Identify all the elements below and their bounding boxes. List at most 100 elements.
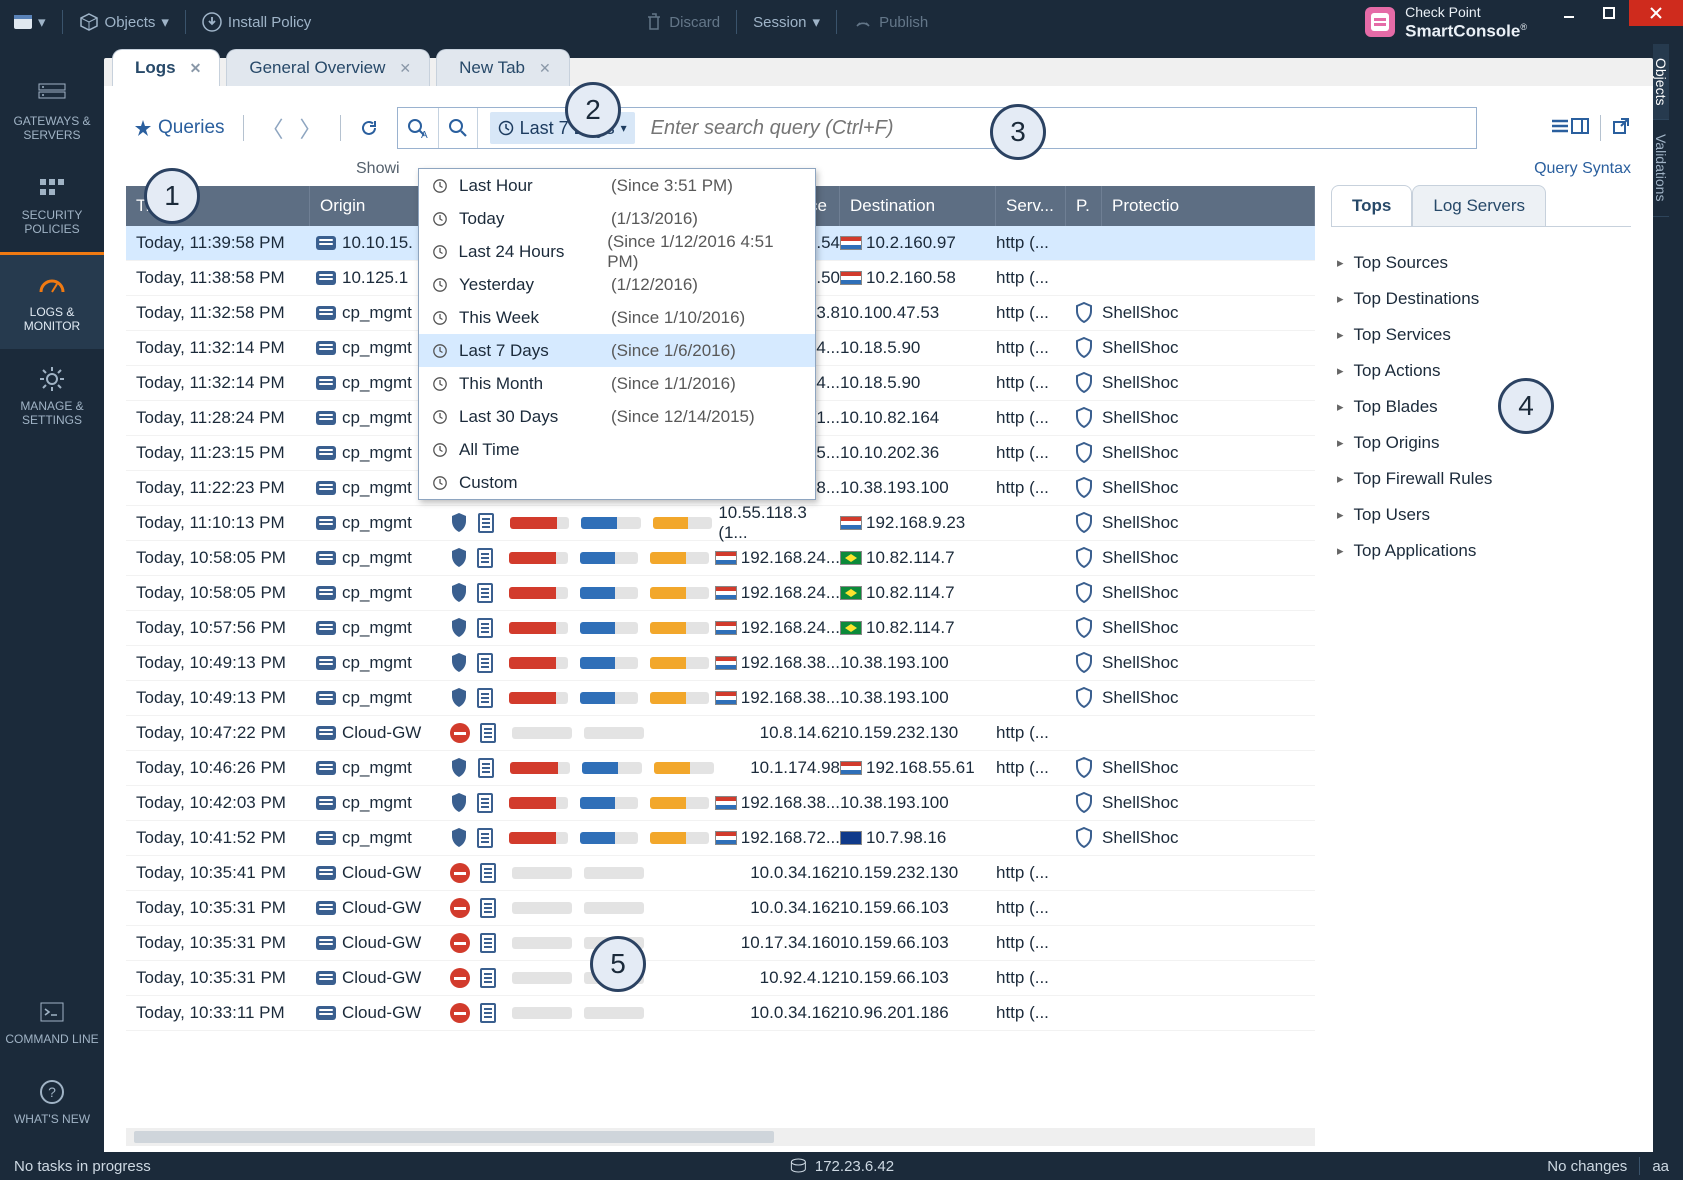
- prev-button[interactable]: 〈: [256, 108, 290, 148]
- table-row[interactable]: Today, 10:35:31 PMCloud-GW 10.92.4.1210.…: [126, 961, 1315, 996]
- status-user: aa: [1652, 1158, 1669, 1175]
- side-tab-logservers[interactable]: Log Servers: [1412, 185, 1546, 226]
- side-item[interactable]: Top Destinations: [1331, 281, 1631, 317]
- col-destination[interactable]: Destination: [840, 186, 996, 226]
- cell-time: Today, 11:38:58 PM: [126, 268, 310, 288]
- tab-logs[interactable]: Logs✕: [112, 49, 220, 86]
- view-list-button[interactable]: [1550, 117, 1570, 140]
- gateway-icon: [316, 236, 336, 250]
- time-option[interactable]: Yesterday(1/12/2016): [419, 268, 815, 301]
- col-p[interactable]: P.: [1066, 186, 1102, 226]
- publish-label: Publish: [879, 14, 928, 31]
- nav-manage-label: MANAGE & SETTINGS: [20, 399, 83, 427]
- table-row[interactable]: Today, 10:35:31 PMCloud-GW 10.17.34.1601…: [126, 926, 1315, 961]
- time-option[interactable]: Last Hour(Since 3:51 PM): [419, 169, 815, 202]
- cell-origin: cp_mgmt: [310, 828, 450, 848]
- table-row[interactable]: Today, 10:42:03 PMcp_mgmt192.168.38...10…: [126, 786, 1315, 821]
- side-item[interactable]: Top Firewall Rules: [1331, 461, 1631, 497]
- window-close[interactable]: [1629, 0, 1683, 26]
- tab-general-overview[interactable]: General Overview✕: [226, 49, 430, 86]
- nav-logs[interactable]: LOGS & MONITOR: [0, 255, 104, 349]
- table-row[interactable]: Today, 10:33:11 PMCloud-GW 10.0.34.16210…: [126, 996, 1315, 1031]
- cell-middle: 10.0.34.162: [450, 898, 840, 918]
- nav-whatsnew[interactable]: ? WHAT'S NEW: [0, 1062, 104, 1142]
- query-syntax-link[interactable]: Query Syntax: [1534, 160, 1631, 178]
- time-option-detail: (Since 1/10/2016): [611, 308, 745, 328]
- tab-new-tab[interactable]: New Tab✕: [436, 49, 570, 86]
- cell-destination: 10.10.202.36: [840, 443, 996, 463]
- time-option[interactable]: Last 7 Days(Since 1/6/2016): [419, 334, 815, 367]
- app-menu[interactable]: ▾: [0, 0, 58, 44]
- time-option[interactable]: This Month(Since 1/1/2016): [419, 367, 815, 400]
- gateway-icon: [316, 866, 336, 880]
- table-row[interactable]: Today, 10:58:05 PMcp_mgmt192.168.24...10…: [126, 576, 1315, 611]
- side-item[interactable]: Top Sources: [1331, 245, 1631, 281]
- install-policy-button[interactable]: Install Policy: [190, 0, 323, 44]
- time-option[interactable]: All Time: [419, 433, 815, 466]
- cell-origin: cp_mgmt: [310, 653, 450, 673]
- side-item[interactable]: Top Actions: [1331, 353, 1631, 389]
- nav-manage[interactable]: MANAGE & SETTINGS: [0, 349, 104, 443]
- table-row[interactable]: Today, 10:47:22 PMCloud-GW 10.8.14.6210.…: [126, 716, 1315, 751]
- table-row[interactable]: Today, 10:46:26 PMcp_mgmt10.1.174.98192.…: [126, 751, 1315, 786]
- clock-icon: [429, 211, 451, 227]
- col-protection[interactable]: Protectio: [1102, 186, 1315, 226]
- main-panel: Logs✕ General Overview✕ New Tab✕ Queries…: [104, 58, 1653, 1152]
- col-service[interactable]: Serv...: [996, 186, 1066, 226]
- time-option[interactable]: This Week(Since 1/10/2016): [419, 301, 815, 334]
- search-button[interactable]: [439, 108, 478, 148]
- time-option[interactable]: Last 30 Days(Since 12/14/2015): [419, 400, 815, 433]
- close-icon[interactable]: ✕: [539, 60, 551, 77]
- cell-policy: [1066, 827, 1102, 849]
- side-item[interactable]: Top Applications: [1331, 533, 1631, 569]
- cell-protection: ShellShoc: [1102, 688, 1309, 708]
- horizontal-scrollbar[interactable]: [126, 1128, 1315, 1146]
- queries-button[interactable]: Queries: [128, 113, 231, 143]
- publish-button[interactable]: Publish: [841, 0, 940, 44]
- cell-policy: [1066, 687, 1102, 709]
- window-maximize[interactable]: [1589, 0, 1629, 26]
- nav-policies[interactable]: SECURITY POLICIES: [0, 158, 104, 252]
- cell-source: 10.92.4.12: [760, 968, 840, 988]
- view-panel-button[interactable]: [1570, 117, 1590, 140]
- time-option-label: Today: [451, 209, 611, 229]
- table-row[interactable]: Today, 10:58:05 PMcp_mgmt192.168.24...10…: [126, 541, 1315, 576]
- side-item[interactable]: Top Origins: [1331, 425, 1631, 461]
- table-row[interactable]: Today, 10:41:52 PMcp_mgmt192.168.72...10…: [126, 821, 1315, 856]
- objects-menu[interactable]: Objects ▾: [67, 0, 181, 44]
- flag-icon: [840, 831, 862, 845]
- table-row[interactable]: Today, 10:35:41 PMCloud-GW 10.0.34.16210…: [126, 856, 1315, 891]
- table-row[interactable]: Today, 10:57:56 PMcp_mgmt192.168.24...10…: [126, 611, 1315, 646]
- side-tab-tops[interactable]: Tops: [1331, 185, 1412, 226]
- cell-middle: 192.168.38...: [450, 652, 840, 674]
- query-mode-button[interactable]: A: [398, 108, 439, 148]
- shield-icon: [450, 652, 468, 674]
- flag-icon: [840, 621, 862, 635]
- table-row[interactable]: Today, 10:49:13 PMcp_mgmt192.168.38...10…: [126, 681, 1315, 716]
- next-button[interactable]: 〉: [294, 108, 328, 148]
- close-icon[interactable]: ✕: [190, 60, 202, 77]
- time-option[interactable]: Last 24 Hours(Since 1/12/2016 4:51 PM): [419, 235, 815, 268]
- nav-gateways[interactable]: GATEWAYS & SERVERS: [0, 64, 104, 158]
- side-item[interactable]: Top Services: [1331, 317, 1631, 353]
- refresh-button[interactable]: [353, 114, 385, 142]
- table-row[interactable]: Today, 10:35:31 PMCloud-GW 10.0.34.16210…: [126, 891, 1315, 926]
- table-row[interactable]: Today, 10:49:13 PMcp_mgmt192.168.38...10…: [126, 646, 1315, 681]
- right-tab-objects[interactable]: Objects: [1653, 44, 1669, 120]
- table-row[interactable]: Today, 11:10:13 PMcp_mgmt10.55.118.3 (1.…: [126, 506, 1315, 541]
- time-option[interactable]: Custom: [419, 466, 815, 499]
- side-item[interactable]: Top Users: [1331, 497, 1631, 533]
- session-menu[interactable]: Session▾: [741, 0, 832, 44]
- side-item[interactable]: Top Blades: [1331, 389, 1631, 425]
- cell-policy: [1066, 547, 1102, 569]
- time-option-label: Custom: [451, 473, 611, 493]
- discard-button[interactable]: Discard: [633, 0, 732, 44]
- nav-commandline[interactable]: COMMAND LINE: [0, 982, 104, 1062]
- window-minimize[interactable]: [1549, 0, 1589, 26]
- search-input[interactable]: [639, 109, 1476, 147]
- right-tab-validations[interactable]: Validations: [1653, 120, 1669, 216]
- popout-button[interactable]: [1611, 116, 1631, 141]
- close-icon[interactable]: ✕: [399, 60, 411, 77]
- time-option[interactable]: Today(1/13/2016): [419, 202, 815, 235]
- shield-icon: [450, 512, 468, 534]
